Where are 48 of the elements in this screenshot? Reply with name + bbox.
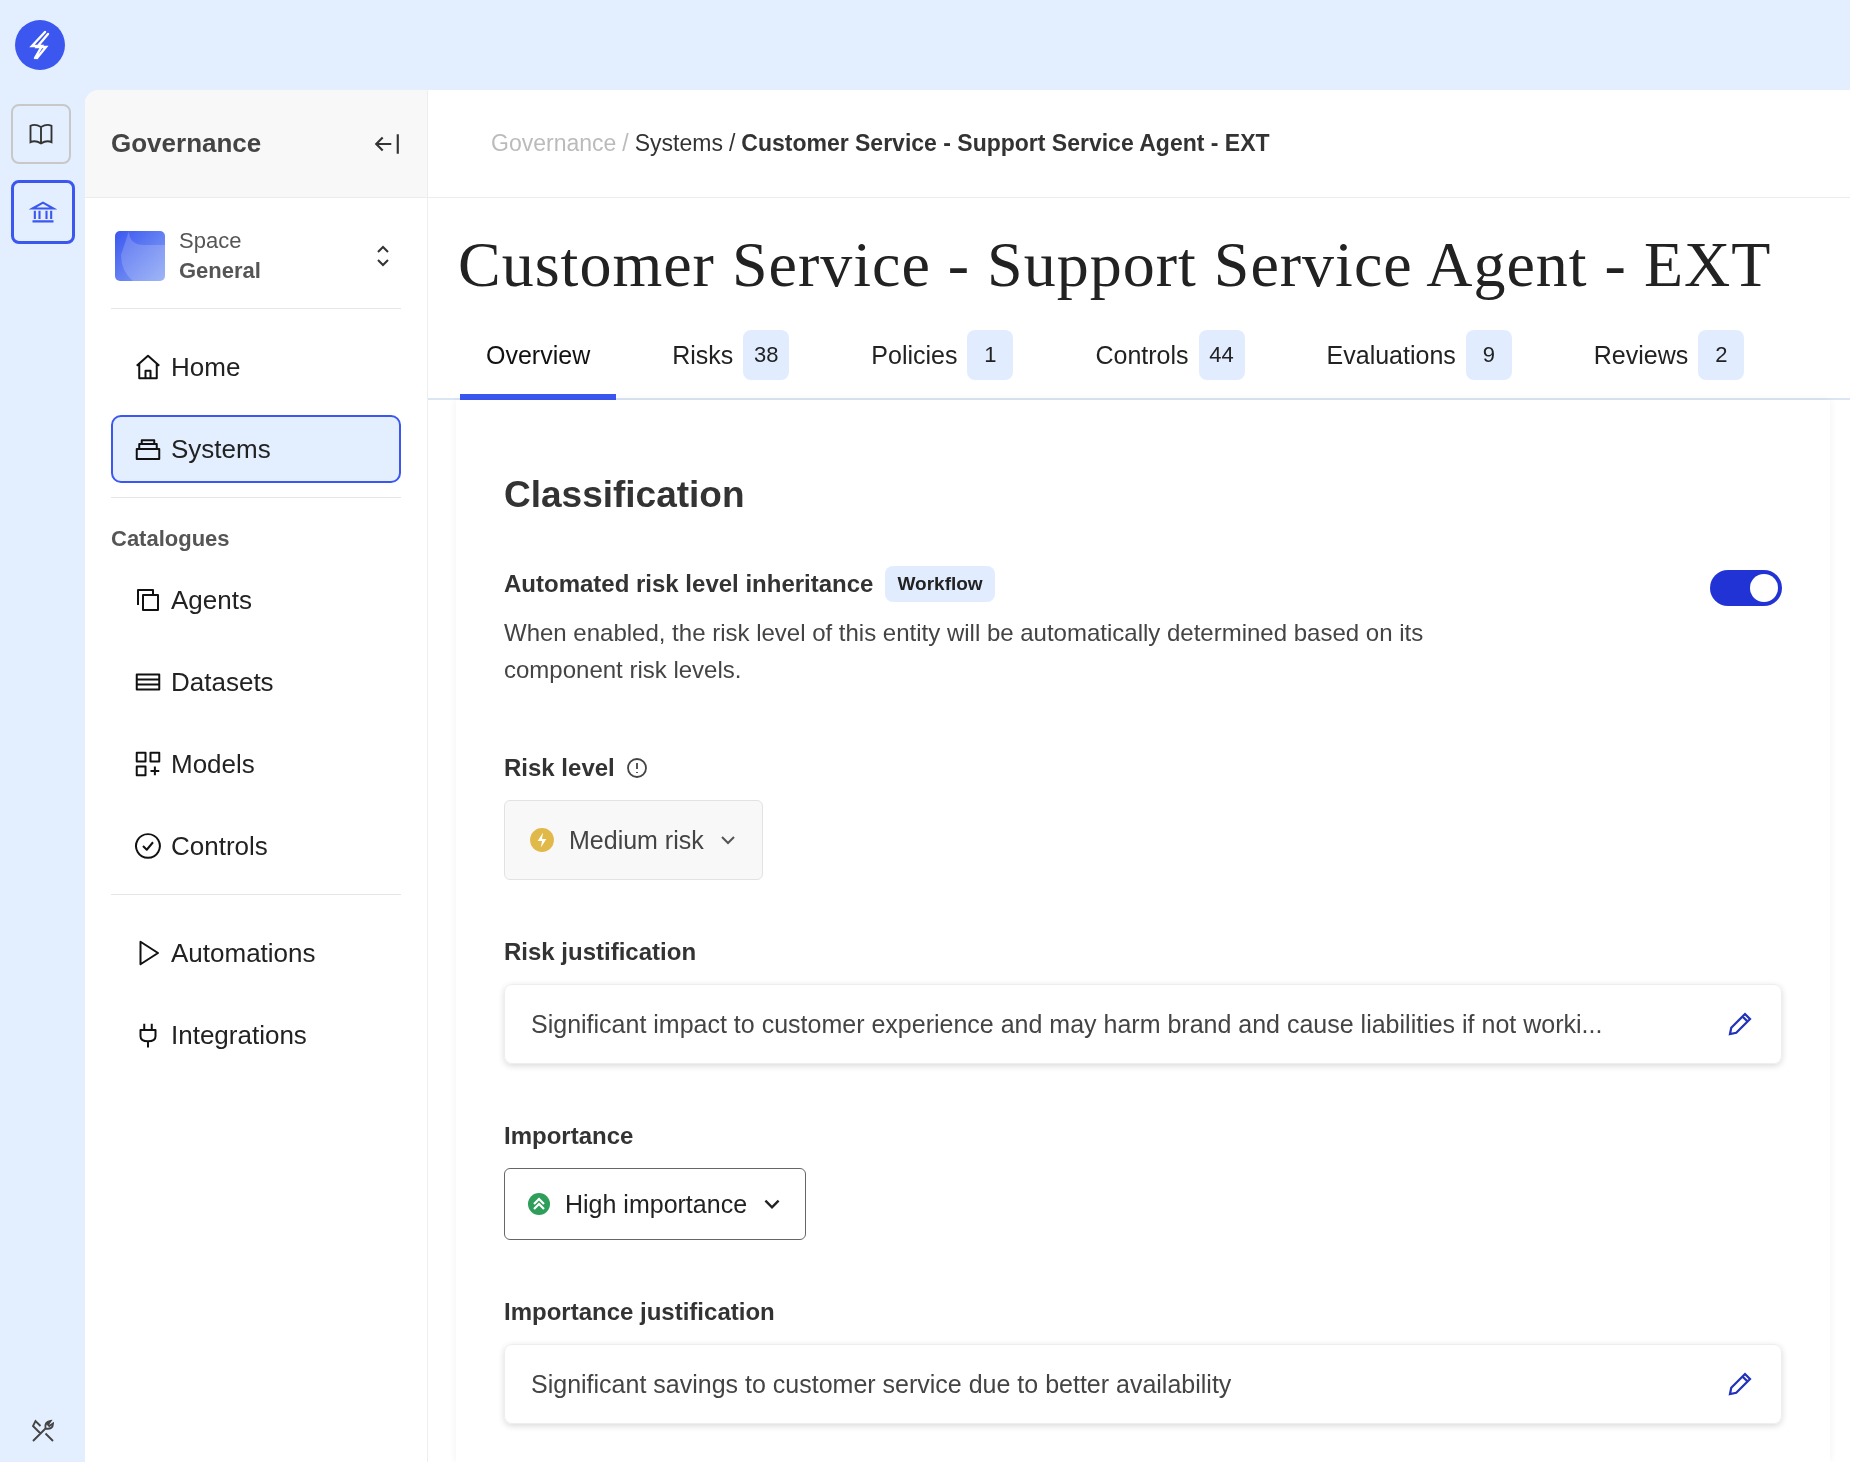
setting-description: When enabled, the risk level of this entity will be automatically determined based on its component risk levels. bbox=[504, 618, 1425, 685]
section-heading: Classification bbox=[504, 474, 745, 516]
justification-field[interactable]: Significant savings to customer service due to better availability bbox=[504, 1344, 1782, 1424]
count-badge: 44 bbox=[1198, 330, 1245, 380]
justification-field[interactable]: Significant impact to customer experience and may harm brand and cause liabilities if not worki... bbox=[504, 984, 1782, 1064]
field-label: Risk level bbox=[504, 754, 615, 782]
count-badge: 2 bbox=[1698, 330, 1745, 380]
chevron-updown-icon[interactable] bbox=[375, 243, 391, 269]
field-label: Importance bbox=[504, 1122, 634, 1150]
workflow-badge: Workflow bbox=[885, 566, 995, 602]
bank-button[interactable] bbox=[10, 180, 75, 244]
space-label: Space bbox=[179, 228, 243, 254]
section-heading: Catalogues bbox=[111, 526, 231, 552]
grid-plus-icon bbox=[133, 749, 163, 779]
nav-item[interactable]: Automations bbox=[111, 919, 401, 987]
nav-item[interactable]: Systems bbox=[111, 415, 401, 483]
count-badge: 38 bbox=[743, 330, 790, 380]
bolt-icon bbox=[529, 827, 555, 853]
breadcrumb-separator: / bbox=[728, 130, 736, 157]
nav-item[interactable]: Controls bbox=[111, 812, 401, 880]
page-title: Customer Service - Support Service Agent - EXT bbox=[458, 228, 1773, 302]
double-chevron-up-icon bbox=[527, 1192, 551, 1216]
toggle-switch[interactable] bbox=[1710, 570, 1782, 606]
tab[interactable]: Reviews 2 bbox=[1567, 324, 1771, 400]
field-label: Risk justification bbox=[504, 938, 697, 966]
nav-item[interactable]: Datasets bbox=[111, 648, 401, 716]
book-button[interactable] bbox=[10, 104, 71, 164]
nav-item[interactable]: Integrations bbox=[111, 1001, 401, 1069]
nav-item[interactable]: Models bbox=[111, 730, 401, 798]
count-badge: 9 bbox=[1465, 330, 1512, 380]
importance-dropdown[interactable]: High importance bbox=[504, 1168, 807, 1240]
info-icon[interactable] bbox=[624, 756, 649, 780]
tab[interactable]: Policies 1 bbox=[845, 324, 1040, 400]
space-avatar-icon bbox=[115, 231, 165, 281]
nav-item[interactable]: Home bbox=[111, 333, 401, 401]
tab[interactable]: Evaluations 9 bbox=[1300, 324, 1538, 400]
field-label: Importance justification bbox=[504, 1298, 775, 1326]
breadcrumb-separator: / bbox=[622, 130, 629, 157]
count-badge: 1 bbox=[967, 330, 1014, 380]
tab[interactable]: Risks 38 bbox=[646, 324, 816, 400]
nav-item[interactable]: Agents bbox=[111, 566, 401, 634]
breadcrumb-current: Customer Service - Support Service Agent - EXT bbox=[741, 130, 1270, 157]
sidebar-title: Governance bbox=[111, 128, 262, 159]
breadcrumb-link[interactable]: Systems bbox=[634, 130, 723, 157]
logo-icon[interactable] bbox=[15, 20, 65, 70]
space-name: General bbox=[179, 258, 262, 284]
setting-label: Automated risk level inheritance bbox=[504, 570, 874, 598]
tab[interactable]: Controls 44 bbox=[1069, 324, 1271, 400]
